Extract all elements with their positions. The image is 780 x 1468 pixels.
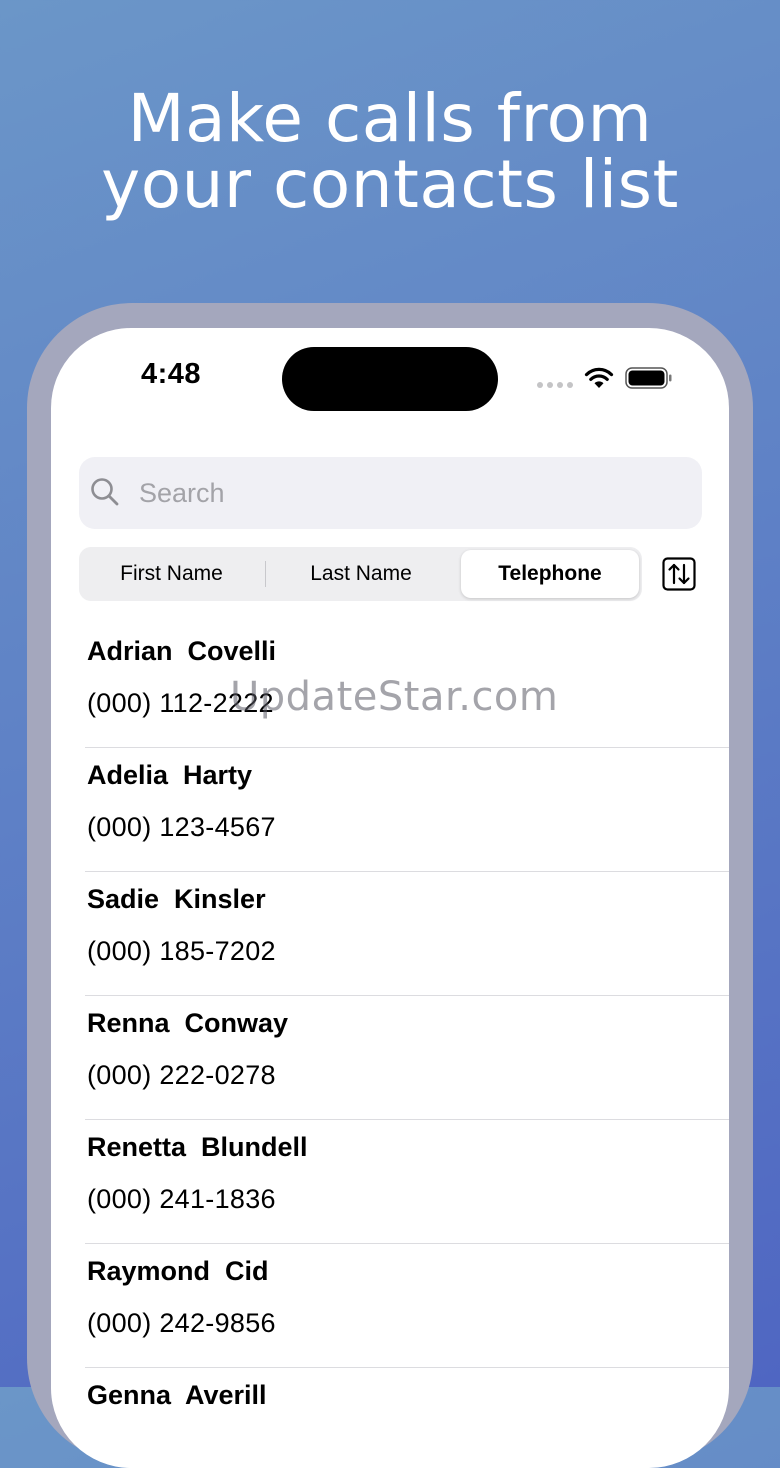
- sort-arrows-icon[interactable]: [662, 557, 696, 591]
- search-input[interactable]: [139, 471, 679, 515]
- status-icons: [537, 364, 677, 392]
- contact-phone: (000) 112-2222: [87, 688, 274, 718]
- contact-phone: (000) 185-7202: [87, 936, 276, 966]
- contact-phone: (000) 222-0278: [87, 1060, 276, 1090]
- contact-name: Raymond Cid: [87, 1256, 269, 1286]
- segment-telephone[interactable]: Telephone: [461, 550, 639, 598]
- promo-headline: Make calls from your contacts list: [0, 86, 780, 218]
- segment-last-name[interactable]: Last Name: [266, 547, 456, 601]
- signal-dots-icon: [537, 382, 573, 388]
- contact-row[interactable]: Adrian Covelli (000) 112-2222: [51, 624, 729, 748]
- segment-first-name[interactable]: First Name: [79, 547, 264, 601]
- contact-name: Adrian Covelli: [87, 636, 277, 666]
- contact-row[interactable]: Raymond Cid (000) 242-9856: [51, 1244, 729, 1368]
- contact-phone: (000) 123-4567: [87, 812, 276, 842]
- contact-name: Renna Conway: [87, 1008, 289, 1038]
- contact-phone: (000) 241-1836: [87, 1184, 276, 1214]
- headline-line-1: Make calls from: [127, 80, 653, 157]
- contact-list: Adrian Covelli (000) 112-2222 Adelia Har…: [51, 624, 729, 1468]
- battery-icon: [625, 367, 672, 389]
- contact-phone: (000) 242-9856: [87, 1308, 276, 1338]
- contact-name: Adelia Harty: [87, 760, 253, 790]
- status-time: 4:48: [141, 358, 202, 390]
- contact-name: Renetta Blundell: [87, 1132, 308, 1162]
- phone-screen: 4:48 First Name Last Name Telephone: [51, 328, 729, 1468]
- sort-segmented-control: First Name Last Name Telephone: [79, 547, 642, 601]
- contact-row[interactable]: Renetta Blundell (000) 241-1836: [51, 1120, 729, 1244]
- search-bar[interactable]: [79, 457, 702, 529]
- dynamic-island: [282, 347, 498, 411]
- contact-row[interactable]: Renna Conway (000) 222-0278: [51, 996, 729, 1120]
- search-icon: [91, 478, 119, 506]
- headline-line-2: your contacts list: [101, 146, 679, 223]
- contact-row[interactable]: Adelia Harty (000) 123-4567: [51, 748, 729, 872]
- wifi-icon: [584, 367, 614, 388]
- contact-row[interactable]: Sadie Kinsler (000) 185-7202: [51, 872, 729, 996]
- contact-name: Genna Averill: [87, 1380, 267, 1410]
- contact-name: Sadie Kinsler: [87, 884, 266, 914]
- contact-row[interactable]: Genna Averill: [51, 1368, 729, 1468]
